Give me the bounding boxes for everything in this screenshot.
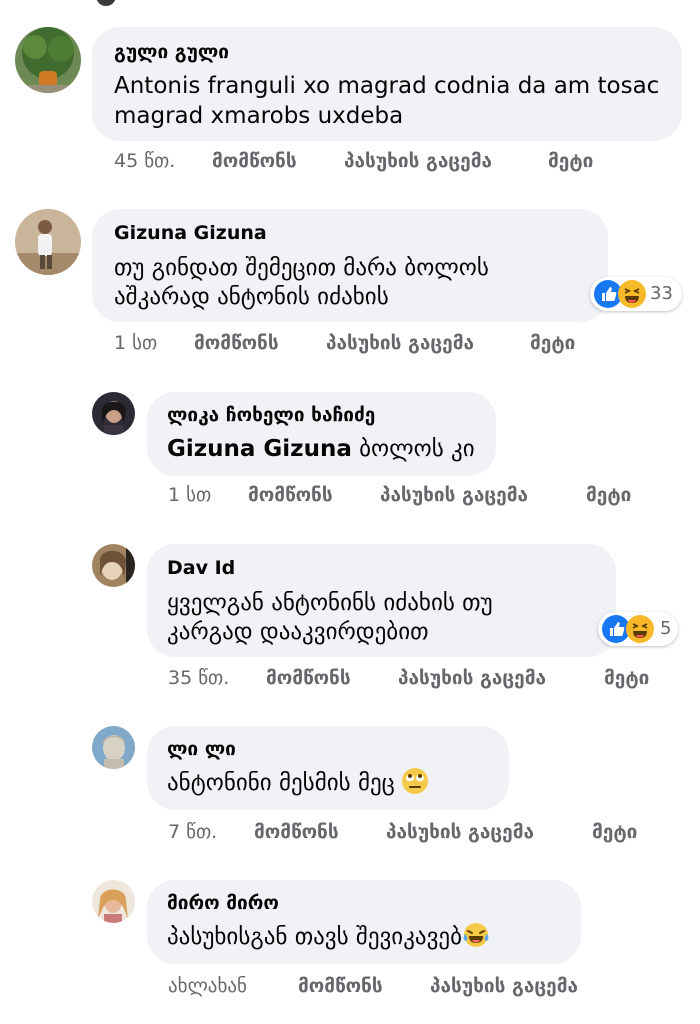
comment-text: პასუხისგან თავს შევიკავებ — [167, 924, 462, 950]
comment-actions: ახლახან მომწონს პასუხის გაცემა — [168, 975, 668, 999]
commenter-avatar[interactable] — [92, 880, 135, 923]
tears-of-joy-emoji-icon — [462, 921, 490, 949]
comment-author[interactable]: მირო მირო — [167, 892, 279, 914]
like-button[interactable]: მომწონს — [298, 975, 383, 997]
comment-reply-4: მირო მირო პასუხისგან თავს შევიკავებ ახლა… — [0, 0, 700, 1024]
comment-text-line: პასუხისგან თავს შევიკავებ — [167, 922, 490, 952]
comment-timestamp[interactable]: ახლახან — [168, 975, 247, 997]
reply-button[interactable]: პასუხის გაცემა — [430, 975, 578, 997]
comment-bubble: მირო მირო პასუხისგან თავს შევიკავებ — [147, 880, 581, 964]
